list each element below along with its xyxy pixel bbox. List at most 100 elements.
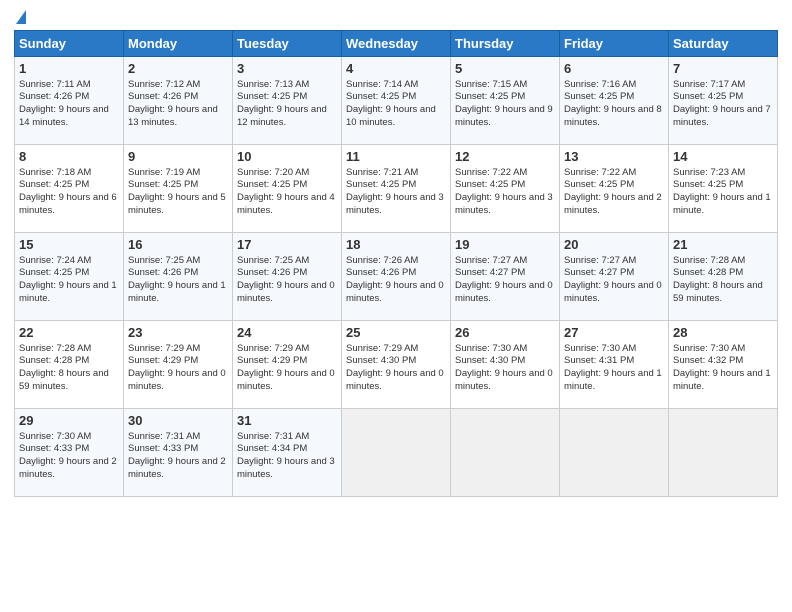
day-number: 25 bbox=[346, 324, 446, 342]
calendar-cell: 19Sunrise: 7:27 AMSunset: 4:27 PMDayligh… bbox=[451, 233, 560, 321]
calendar-cell bbox=[342, 409, 451, 497]
calendar-cell: 15Sunrise: 7:24 AMSunset: 4:25 PMDayligh… bbox=[15, 233, 124, 321]
day-detail: Sunrise: 7:31 AMSunset: 4:34 PMDaylight:… bbox=[237, 431, 337, 482]
day-detail: Sunrise: 7:12 AMSunset: 4:26 PMDaylight:… bbox=[128, 79, 228, 130]
calendar-body: 1Sunrise: 7:11 AMSunset: 4:26 PMDaylight… bbox=[15, 57, 778, 497]
calendar-cell: 4Sunrise: 7:14 AMSunset: 4:25 PMDaylight… bbox=[342, 57, 451, 145]
calendar-cell: 10Sunrise: 7:20 AMSunset: 4:25 PMDayligh… bbox=[233, 145, 342, 233]
day-number: 6 bbox=[564, 60, 664, 78]
calendar-cell: 21Sunrise: 7:28 AMSunset: 4:28 PMDayligh… bbox=[669, 233, 778, 321]
calendar-cell: 3Sunrise: 7:13 AMSunset: 4:25 PMDaylight… bbox=[233, 57, 342, 145]
calendar-cell: 29Sunrise: 7:30 AMSunset: 4:33 PMDayligh… bbox=[15, 409, 124, 497]
day-detail: Sunrise: 7:30 AMSunset: 4:31 PMDaylight:… bbox=[564, 343, 664, 394]
weekday-header-sunday: Sunday bbox=[15, 31, 124, 57]
weekday-header-wednesday: Wednesday bbox=[342, 31, 451, 57]
calendar-cell: 17Sunrise: 7:25 AMSunset: 4:26 PMDayligh… bbox=[233, 233, 342, 321]
calendar-cell: 24Sunrise: 7:29 AMSunset: 4:29 PMDayligh… bbox=[233, 321, 342, 409]
page-container: SundayMondayTuesdayWednesdayThursdayFrid… bbox=[0, 0, 792, 503]
calendar-cell: 18Sunrise: 7:26 AMSunset: 4:26 PMDayligh… bbox=[342, 233, 451, 321]
day-number: 31 bbox=[237, 412, 337, 430]
day-detail: Sunrise: 7:21 AMSunset: 4:25 PMDaylight:… bbox=[346, 167, 446, 218]
day-number: 24 bbox=[237, 324, 337, 342]
calendar-header: SundayMondayTuesdayWednesdayThursdayFrid… bbox=[15, 31, 778, 57]
day-number: 16 bbox=[128, 236, 228, 254]
calendar-cell: 20Sunrise: 7:27 AMSunset: 4:27 PMDayligh… bbox=[560, 233, 669, 321]
day-number: 27 bbox=[564, 324, 664, 342]
day-number: 2 bbox=[128, 60, 228, 78]
day-detail: Sunrise: 7:20 AMSunset: 4:25 PMDaylight:… bbox=[237, 167, 337, 218]
calendar-cell: 5Sunrise: 7:15 AMSunset: 4:25 PMDaylight… bbox=[451, 57, 560, 145]
day-detail: Sunrise: 7:30 AMSunset: 4:30 PMDaylight:… bbox=[455, 343, 555, 394]
logo bbox=[14, 10, 26, 26]
day-number: 20 bbox=[564, 236, 664, 254]
calendar-cell: 30Sunrise: 7:31 AMSunset: 4:33 PMDayligh… bbox=[124, 409, 233, 497]
day-number: 23 bbox=[128, 324, 228, 342]
calendar-week-3: 15Sunrise: 7:24 AMSunset: 4:25 PMDayligh… bbox=[15, 233, 778, 321]
calendar-cell: 25Sunrise: 7:29 AMSunset: 4:30 PMDayligh… bbox=[342, 321, 451, 409]
day-detail: Sunrise: 7:29 AMSunset: 4:29 PMDaylight:… bbox=[128, 343, 228, 394]
day-number: 22 bbox=[19, 324, 119, 342]
day-number: 15 bbox=[19, 236, 119, 254]
day-number: 5 bbox=[455, 60, 555, 78]
day-detail: Sunrise: 7:22 AMSunset: 4:25 PMDaylight:… bbox=[564, 167, 664, 218]
day-number: 19 bbox=[455, 236, 555, 254]
day-detail: Sunrise: 7:28 AMSunset: 4:28 PMDaylight:… bbox=[673, 255, 773, 306]
calendar-cell: 7Sunrise: 7:17 AMSunset: 4:25 PMDaylight… bbox=[669, 57, 778, 145]
calendar-week-5: 29Sunrise: 7:30 AMSunset: 4:33 PMDayligh… bbox=[15, 409, 778, 497]
calendar-table: SundayMondayTuesdayWednesdayThursdayFrid… bbox=[14, 30, 778, 497]
day-number: 30 bbox=[128, 412, 228, 430]
weekday-header-thursday: Thursday bbox=[451, 31, 560, 57]
day-detail: Sunrise: 7:28 AMSunset: 4:28 PMDaylight:… bbox=[19, 343, 119, 394]
day-detail: Sunrise: 7:18 AMSunset: 4:25 PMDaylight:… bbox=[19, 167, 119, 218]
day-detail: Sunrise: 7:13 AMSunset: 4:25 PMDaylight:… bbox=[237, 79, 337, 130]
day-number: 3 bbox=[237, 60, 337, 78]
day-number: 28 bbox=[673, 324, 773, 342]
calendar-cell bbox=[669, 409, 778, 497]
logo-triangle-icon bbox=[16, 10, 26, 24]
calendar-week-2: 8Sunrise: 7:18 AMSunset: 4:25 PMDaylight… bbox=[15, 145, 778, 233]
day-detail: Sunrise: 7:26 AMSunset: 4:26 PMDaylight:… bbox=[346, 255, 446, 306]
day-number: 18 bbox=[346, 236, 446, 254]
day-detail: Sunrise: 7:31 AMSunset: 4:33 PMDaylight:… bbox=[128, 431, 228, 482]
day-detail: Sunrise: 7:19 AMSunset: 4:25 PMDaylight:… bbox=[128, 167, 228, 218]
calendar-cell: 8Sunrise: 7:18 AMSunset: 4:25 PMDaylight… bbox=[15, 145, 124, 233]
calendar-cell: 13Sunrise: 7:22 AMSunset: 4:25 PMDayligh… bbox=[560, 145, 669, 233]
day-detail: Sunrise: 7:17 AMSunset: 4:25 PMDaylight:… bbox=[673, 79, 773, 130]
day-number: 14 bbox=[673, 148, 773, 166]
day-number: 11 bbox=[346, 148, 446, 166]
weekday-header-monday: Monday bbox=[124, 31, 233, 57]
day-number: 9 bbox=[128, 148, 228, 166]
calendar-week-1: 1Sunrise: 7:11 AMSunset: 4:26 PMDaylight… bbox=[15, 57, 778, 145]
calendar-cell: 31Sunrise: 7:31 AMSunset: 4:34 PMDayligh… bbox=[233, 409, 342, 497]
calendar-week-4: 22Sunrise: 7:28 AMSunset: 4:28 PMDayligh… bbox=[15, 321, 778, 409]
calendar-cell bbox=[451, 409, 560, 497]
calendar-cell: 27Sunrise: 7:30 AMSunset: 4:31 PMDayligh… bbox=[560, 321, 669, 409]
calendar-cell: 11Sunrise: 7:21 AMSunset: 4:25 PMDayligh… bbox=[342, 145, 451, 233]
calendar-cell bbox=[560, 409, 669, 497]
day-number: 21 bbox=[673, 236, 773, 254]
day-detail: Sunrise: 7:30 AMSunset: 4:32 PMDaylight:… bbox=[673, 343, 773, 394]
day-number: 4 bbox=[346, 60, 446, 78]
calendar-cell: 12Sunrise: 7:22 AMSunset: 4:25 PMDayligh… bbox=[451, 145, 560, 233]
calendar-cell: 22Sunrise: 7:28 AMSunset: 4:28 PMDayligh… bbox=[15, 321, 124, 409]
day-detail: Sunrise: 7:22 AMSunset: 4:25 PMDaylight:… bbox=[455, 167, 555, 218]
day-detail: Sunrise: 7:27 AMSunset: 4:27 PMDaylight:… bbox=[564, 255, 664, 306]
day-number: 8 bbox=[19, 148, 119, 166]
day-number: 12 bbox=[455, 148, 555, 166]
calendar-cell: 26Sunrise: 7:30 AMSunset: 4:30 PMDayligh… bbox=[451, 321, 560, 409]
weekday-header-saturday: Saturday bbox=[669, 31, 778, 57]
day-detail: Sunrise: 7:23 AMSunset: 4:25 PMDaylight:… bbox=[673, 167, 773, 218]
day-number: 1 bbox=[19, 60, 119, 78]
day-detail: Sunrise: 7:25 AMSunset: 4:26 PMDaylight:… bbox=[237, 255, 337, 306]
day-number: 13 bbox=[564, 148, 664, 166]
calendar-cell: 14Sunrise: 7:23 AMSunset: 4:25 PMDayligh… bbox=[669, 145, 778, 233]
day-detail: Sunrise: 7:11 AMSunset: 4:26 PMDaylight:… bbox=[19, 79, 119, 130]
day-detail: Sunrise: 7:27 AMSunset: 4:27 PMDaylight:… bbox=[455, 255, 555, 306]
day-number: 10 bbox=[237, 148, 337, 166]
day-detail: Sunrise: 7:14 AMSunset: 4:25 PMDaylight:… bbox=[346, 79, 446, 130]
calendar-cell: 28Sunrise: 7:30 AMSunset: 4:32 PMDayligh… bbox=[669, 321, 778, 409]
weekday-header-row: SundayMondayTuesdayWednesdayThursdayFrid… bbox=[15, 31, 778, 57]
day-detail: Sunrise: 7:29 AMSunset: 4:30 PMDaylight:… bbox=[346, 343, 446, 394]
calendar-cell: 9Sunrise: 7:19 AMSunset: 4:25 PMDaylight… bbox=[124, 145, 233, 233]
calendar-cell: 16Sunrise: 7:25 AMSunset: 4:26 PMDayligh… bbox=[124, 233, 233, 321]
